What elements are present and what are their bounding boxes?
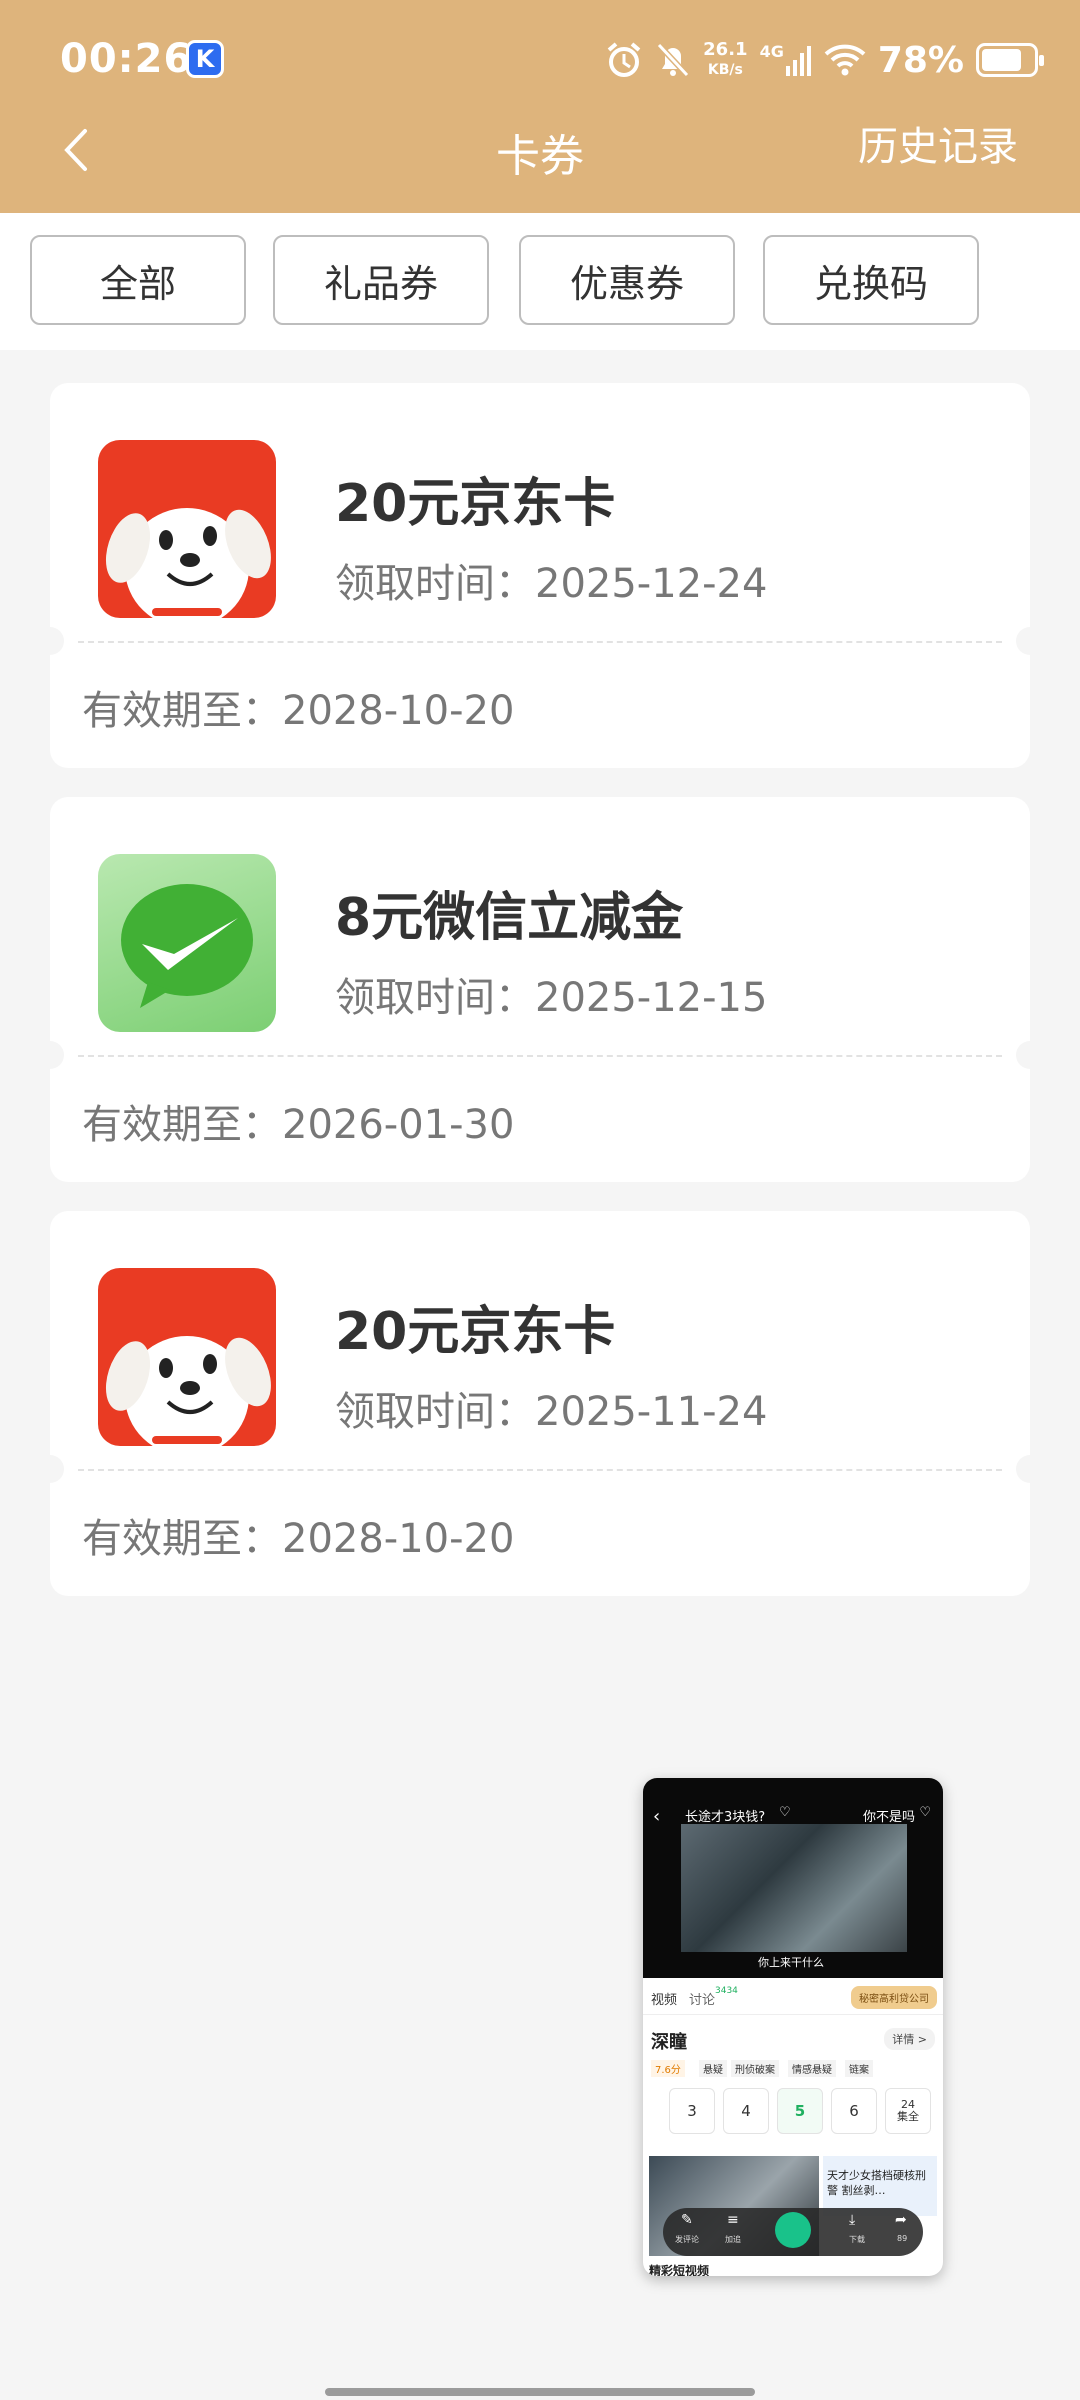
section-label: 精彩短视频	[649, 2264, 710, 2276]
dashed-divider	[78, 1055, 1002, 1057]
ticket-notch	[36, 1041, 64, 1069]
speed-unit: KB/s	[707, 62, 743, 78]
pip-question-text: 长途才3块钱?	[685, 1810, 766, 1825]
genre-tag: 悬疑	[699, 2060, 727, 2077]
coupon-card[interactable]: 8元微信立减金 领取时间：2025-12-15 有效期至：2026-01-30	[36, 797, 1044, 1182]
dashed-divider	[78, 1469, 1002, 1471]
chevron-left-icon[interactable]: ‹	[653, 1806, 660, 1827]
coupon-card[interactable]: 20元京东卡 领取时间：2025-11-24 有效期至：2028-10-20	[36, 1211, 1044, 1596]
status-icons: 26.1 KB/s 4G 78%	[605, 32, 1044, 88]
share-icon[interactable]: ➦	[895, 2212, 907, 2228]
jd-dog-logo-icon	[98, 440, 276, 618]
comment-count: 3434	[715, 1986, 738, 1996]
coupon-title: 20元京东卡	[335, 474, 616, 534]
app-header: 00:26 K 26.1 KB/s 4G 78% 卡券 历史记录	[0, 0, 1080, 213]
tab-comment[interactable]: 讨论	[689, 1989, 715, 2008]
coupon-card[interactable]: 20元京东卡 领取时间：2025-12-24 有效期至：2028-10-20	[36, 383, 1044, 768]
video-subtitle: 你上来干什么	[758, 1956, 824, 1969]
filter-discount-coupon[interactable]: 优惠券	[519, 235, 735, 325]
coupon-received-date: 领取时间：2025-12-15	[335, 975, 768, 1021]
battery-icon	[976, 43, 1044, 77]
episode-button[interactable]: 6	[831, 2088, 877, 2134]
add-follow-icon[interactable]: ≡	[727, 2212, 739, 2228]
episode-button[interactable]: 3	[669, 2088, 715, 2134]
genre-tag: 刑侦破案	[731, 2060, 779, 2077]
heart-icon[interactable]: ♡	[779, 1805, 791, 1820]
alarm-icon	[605, 41, 643, 79]
jd-dog-logo-icon	[98, 1268, 276, 1446]
coupon-expire-date: 有效期至：2028-10-20	[82, 688, 515, 734]
pip-divider	[643, 2014, 943, 2015]
all-episodes-button[interactable]: 24 集全	[885, 2088, 931, 2134]
ticket-notch	[36, 627, 64, 655]
pip-video-area[interactable]: ‹ 长途才3块钱? ♡ 你不是吗 ♡ 你上来干什么	[643, 1778, 943, 1978]
share-count: 89	[897, 2234, 908, 2243]
filter-all[interactable]: 全部	[30, 235, 246, 325]
tab-video[interactable]: 视频	[651, 1989, 677, 2008]
download-icon[interactable]: ⤓	[849, 2212, 855, 2228]
coupon-expire-date: 有效期至：2028-10-20	[82, 1516, 515, 1562]
home-indicator[interactable]	[325, 2388, 755, 2396]
floating-video-window[interactable]: ‹ 长途才3块钱? ♡ 你不是吗 ♡ 你上来干什么 视频 讨论 3434 秘密高…	[643, 1778, 943, 2276]
assistant-icon[interactable]	[775, 2212, 811, 2248]
k-app-icon: K	[186, 40, 224, 78]
filter-tabs: 全部 礼品券 优惠券 兑换码	[0, 213, 1080, 350]
details-button[interactable]: 详情 >	[884, 2028, 935, 2050]
network-type: 4G	[759, 42, 784, 61]
episode-button[interactable]: 4	[723, 2088, 769, 2134]
battery-fill	[982, 49, 1021, 71]
rating-tag: 7.6分	[651, 2060, 685, 2077]
coupon-title: 20元京东卡	[335, 1302, 616, 1362]
heart-icon[interactable]: ♡	[919, 1805, 931, 1820]
ticket-notch	[36, 1455, 64, 1483]
history-button[interactable]: 历史记录	[858, 114, 1018, 172]
wechat-pay-logo-icon	[98, 854, 276, 1032]
pip-tabs: 视频 讨论 3434 秘密高利贷公司	[643, 1986, 943, 2010]
ticket-notch	[1016, 1455, 1044, 1483]
coupon-received-date: 领取时间：2025-11-24	[335, 1389, 768, 1435]
network-speed: 26.1 KB/s	[703, 40, 747, 80]
action-label: 发评论	[675, 2235, 699, 2244]
show-title: 深瞳	[651, 2032, 687, 2053]
nav-bar: 卡券 历史记录	[0, 100, 1080, 200]
ticket-notch	[1016, 1041, 1044, 1069]
filter-redeem-code[interactable]: 兑换码	[763, 235, 979, 325]
mute-bell-icon	[655, 41, 691, 79]
action-label: 加追	[725, 2235, 741, 2244]
pip-answer-text: 你不是吗	[862, 1810, 915, 1825]
battery-percent: 78%	[877, 39, 964, 81]
action-label: 下载	[849, 2235, 865, 2244]
signal-group: 4G	[760, 44, 812, 76]
status-time: 00:26	[60, 36, 193, 82]
pip-action-bar: ✎ 发评论 ≡ 加追 ⤓ 下载 ➦ 89	[663, 2208, 923, 2256]
episode-button-current[interactable]: 5	[777, 2088, 823, 2134]
promo-badge[interactable]: 秘密高利贷公司	[851, 1986, 937, 2009]
genre-tag: 链案	[845, 2060, 873, 2077]
wifi-icon	[824, 44, 866, 76]
coupon-title: 8元微信立减金	[335, 888, 684, 948]
speed-value: 26.1	[703, 39, 748, 60]
ticket-notch	[1016, 627, 1044, 655]
coupon-received-date: 领取时间：2025-12-24	[335, 561, 768, 607]
comment-icon[interactable]: ✎	[681, 2212, 693, 2228]
filter-gift-card[interactable]: 礼品券	[273, 235, 489, 325]
recommend-text[interactable]: 天才少女搭档硬核刑警 割丝剥…	[823, 2156, 937, 2216]
signal-icon	[785, 44, 812, 76]
video-frame	[681, 1824, 907, 1952]
genre-tag: 情感悬疑	[788, 2060, 836, 2077]
coupon-expire-date: 有效期至：2026-01-30	[82, 1102, 515, 1148]
dashed-divider	[78, 641, 1002, 643]
